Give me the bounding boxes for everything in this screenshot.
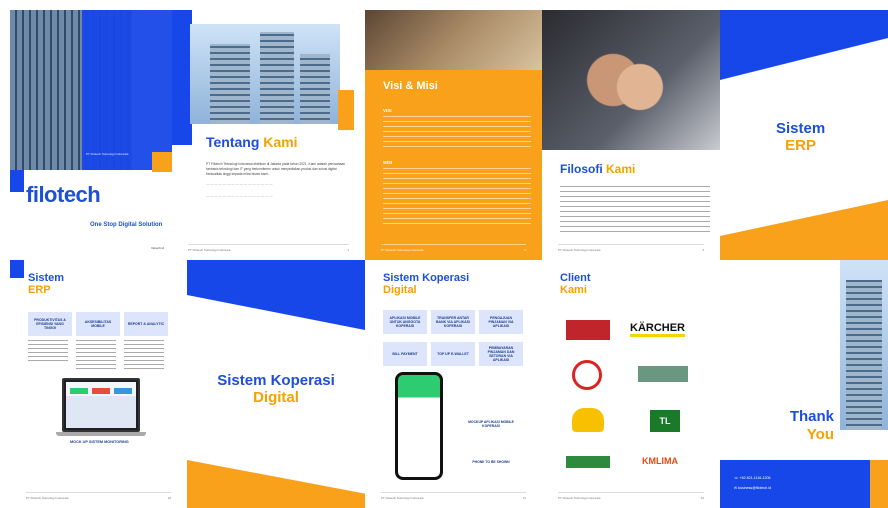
- slide-tentang-kami[interactable]: Tentang Kami PT Filotech Teknologi Indon…: [172, 10, 365, 260]
- feature-box: TRANSFER ANTAR BANK VIA APLIKASI KOPERAS…: [431, 310, 475, 334]
- feature-box: PRODUKTIVITAS & EFISIENSI YANG TINGGI: [28, 312, 72, 336]
- footer: PT Filotech Teknologi Indonesia 11: [381, 492, 526, 500]
- client-logo: [638, 366, 688, 382]
- page-title: Client Kami: [560, 272, 591, 296]
- slide-koperasi-detail[interactable]: Sistem Koperasi Digital APLIKASI MOBILE U…: [365, 260, 542, 508]
- footer: PT Filotech Teknologi Indonesia 3: [558, 244, 704, 252]
- city-photo: [190, 24, 340, 124]
- page-title: Sistem ERP: [28, 272, 65, 296]
- page-title: Sistem Koperasi Digital: [217, 372, 335, 406]
- client-logo-tl: TL: [650, 410, 680, 432]
- feature-box: REPORT & ANALYTIC: [124, 312, 168, 336]
- feature-box: AKSESIBILITAS MOBILE: [76, 312, 120, 336]
- slide-erp-title[interactable]: Sistem ERP: [720, 10, 888, 260]
- feature-box: APLIKASI MOBILE UNTUK ANGGOTA KOPERASI: [383, 310, 427, 334]
- slide-visi-misi[interactable]: Visi & Misi VISI MISI PT Filotech Teknol…: [365, 10, 542, 260]
- client-logo: [572, 360, 602, 390]
- cover-web: filotech.id: [151, 246, 164, 250]
- slide-erp-detail[interactable]: Sistem ERP PRODUKTIVITAS & EFISIENSI YANG…: [10, 260, 187, 508]
- client-logo: [566, 456, 610, 468]
- page-title: Sistem ERP: [776, 120, 826, 154]
- footer: PT Filotech Teknologi Indonesia 2: [381, 244, 526, 252]
- page-title: Visi & Misi: [383, 80, 438, 92]
- page-title: Filosofi Kami: [560, 162, 636, 176]
- mockup-caption: PHONE TO BE SHOWN: [472, 460, 510, 464]
- contact-email: ✉ business@filotech.id: [734, 486, 772, 490]
- mockup-caption: MOCK UP SISTEM MONITORING: [70, 440, 129, 444]
- feature-box: BILL PAYMENT: [383, 342, 427, 366]
- slide-koperasi-title[interactable]: Sistem Koperasi Digital: [187, 260, 365, 508]
- contact-phone: ☏ +62 821-1116-1206: [734, 476, 771, 480]
- page-title: Tentang Kami: [206, 134, 298, 150]
- cover-company: PT Filotech Teknologi Indonesia: [86, 152, 129, 156]
- cover-tagline: One Stop Digital Solution: [90, 222, 163, 228]
- tower-photo: [840, 260, 888, 430]
- feature-box: TOP UP E-WALLET: [431, 342, 475, 366]
- client-logo-karcher: KÄRCHER: [630, 322, 685, 337]
- page-title: Thank You: [789, 408, 834, 443]
- slide-clients[interactable]: Client Kami KÄRCHER TL KMLIMA PT Filotech…: [542, 260, 720, 508]
- handshake-photo: [542, 10, 720, 150]
- phone-mockup: [395, 372, 443, 480]
- footer: PT Filotech Teknologi Indonesia 10: [26, 492, 171, 500]
- client-logo: [566, 320, 610, 340]
- laptop-mockup: [62, 378, 140, 432]
- page-title: Sistem Koperasi Digital: [383, 272, 470, 296]
- feature-box: PENGAJUAN PINJAMAN VIA APLIKASI: [479, 310, 523, 334]
- cover-logo: filotech: [26, 182, 101, 207]
- slide-cover[interactable]: PT Filotech Teknologi Indonesia filotech…: [10, 10, 172, 250]
- footer: PT Filotech Teknologi Indonesia 16: [558, 492, 704, 500]
- feature-box: PEMBAYARAN PINJAMAN DAN SETORAN VIA APLI…: [479, 342, 523, 366]
- meeting-photo: [365, 10, 542, 70]
- slide-filosofi[interactable]: Filosofi Kami PT Filotech Teknologi Indo…: [542, 10, 720, 260]
- about-body: PT Filotech Teknologi Indonesia didirika…: [206, 162, 346, 176]
- visi-heading: VISI: [383, 108, 392, 113]
- client-logo-kmlima: KMLIMA: [642, 456, 678, 466]
- misi-heading: MISI: [383, 160, 393, 165]
- client-logo: [572, 408, 604, 432]
- footer: PT Filotech Teknologi Indonesia 1: [188, 244, 349, 252]
- slide-overview: PT Filotech Teknologi Indonesia filotech…: [0, 0, 888, 508]
- mockup-caption: MOCKUP APLIKASI MOBILE KOPERASI: [468, 420, 514, 428]
- slide-thank-you[interactable]: Thank You ☏ +62 821-1116-1206 ✉ business@…: [720, 260, 888, 508]
